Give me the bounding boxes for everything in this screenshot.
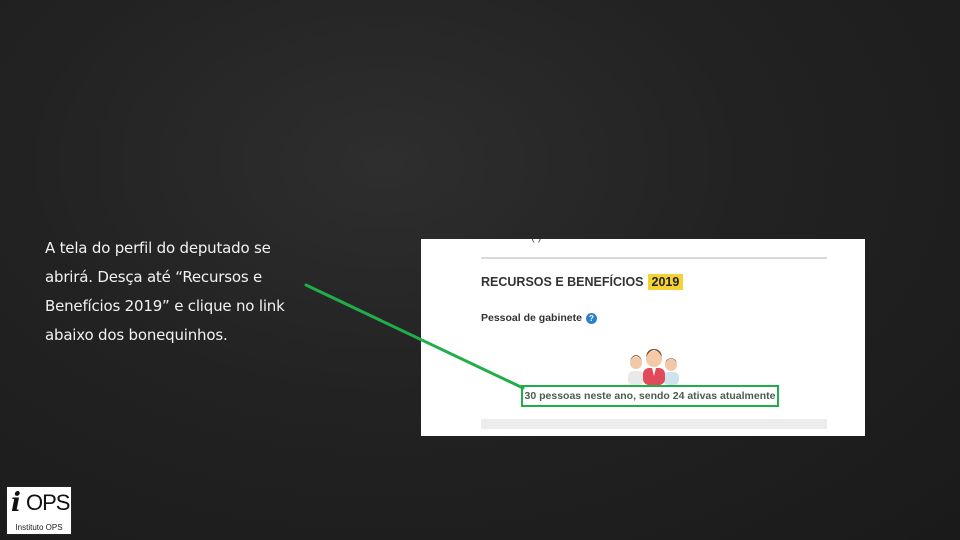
- subsection-heading: Pessoal de gabinete ?: [481, 312, 597, 324]
- logo-mark: i: [11, 488, 21, 518]
- help-icon[interactable]: ?: [585, 312, 597, 324]
- section-heading: RECURSOS E BENEFÍCIOS 2019: [481, 274, 684, 290]
- subsection-title: Pessoal de gabinete: [481, 312, 582, 324]
- cropped-text: ( ): [531, 239, 541, 243]
- divider: [481, 257, 827, 259]
- instruction-line-4: abaixo dos bonequinhos.: [45, 326, 228, 344]
- instituto-ops-logo: i OPS Instituto OPS: [6, 486, 72, 535]
- instruction-line-2: abrirá. Desça até “Recursos e: [45, 268, 263, 286]
- profile-screenshot: ( ) RECURSOS E BENEFÍCIOS 2019 Pessoal d…: [421, 239, 865, 436]
- section-title: RECURSOS E BENEFÍCIOS: [481, 275, 644, 289]
- instruction-text: A tela do perfil do deputado se abrirá. …: [45, 234, 295, 350]
- next-section-bar: [481, 419, 827, 429]
- instruction-line-3: Benefícios 2019” e clique no link: [45, 297, 285, 315]
- year-badge: 2019: [647, 274, 684, 290]
- instruction-line-1: A tela do perfil do deputado se: [45, 239, 271, 257]
- people-icon: [628, 349, 679, 385]
- logo-word: OPS: [26, 490, 70, 515]
- staff-count-link[interactable]: 30 pessoas neste ano, sendo 24 ativas at…: [521, 385, 779, 407]
- logo-caption: Instituto OPS: [15, 523, 63, 532]
